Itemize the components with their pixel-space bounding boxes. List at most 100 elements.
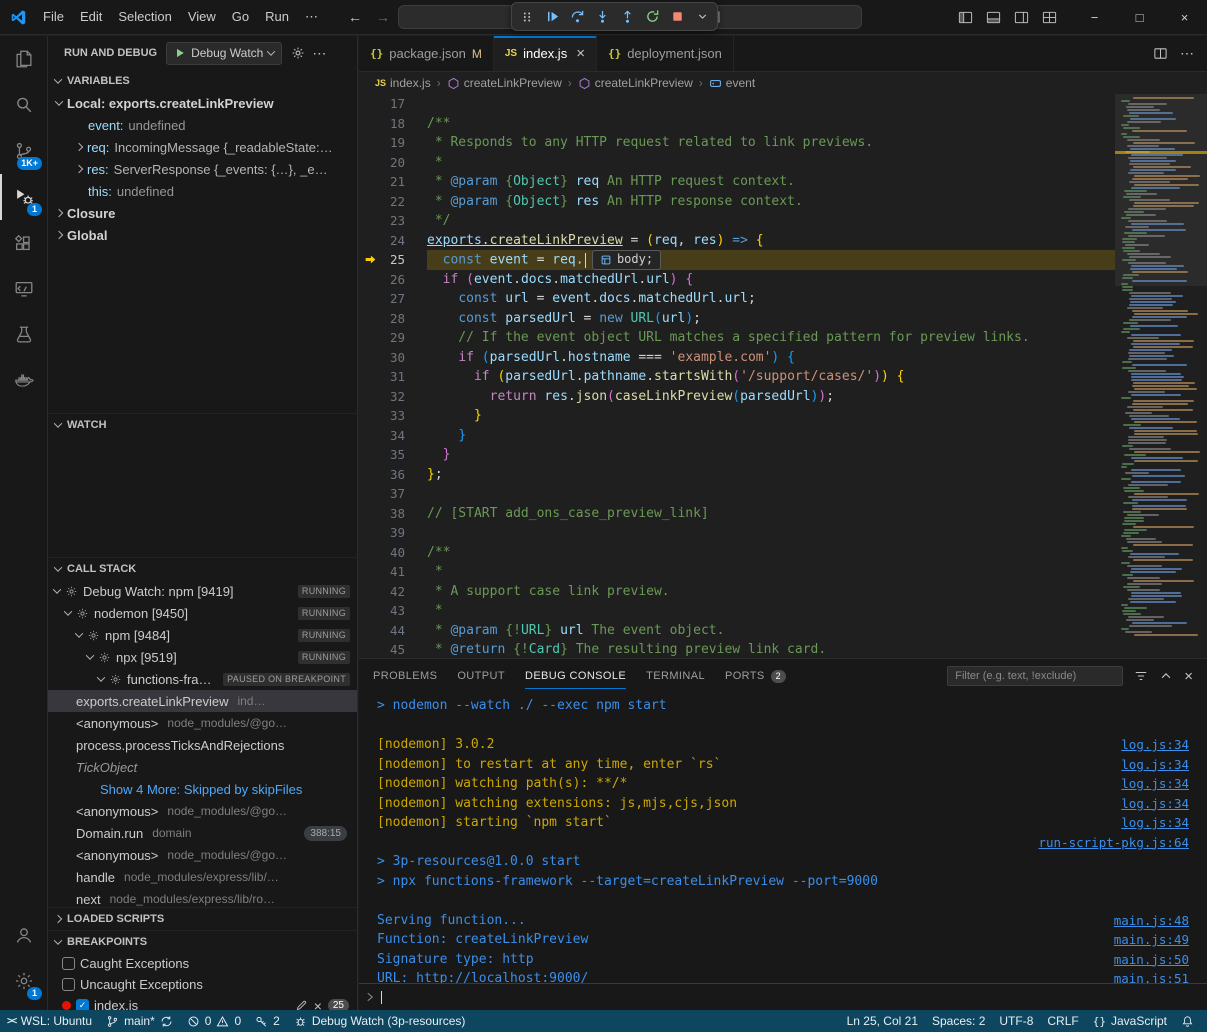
status-language-mode[interactable]: {}JavaScript — [1086, 1010, 1174, 1032]
status-debug-session[interactable]: Debug Watch (3p-resources) — [287, 1010, 473, 1032]
source-link[interactable]: log.js:34 — [1121, 737, 1189, 752]
code-line[interactable]: const url = event.docs.matchedUrl.url; — [427, 289, 1115, 309]
line-number[interactable]: 43 — [359, 601, 427, 621]
start-debugging-icon[interactable] — [174, 47, 186, 59]
line-number[interactable]: 26 — [359, 270, 427, 290]
callstack-section-header[interactable]: CALL STACK — [48, 558, 357, 580]
source-link[interactable]: log.js:34 — [1121, 796, 1189, 811]
code-line[interactable]: * @return {!Card} The resulting preview … — [427, 640, 1115, 658]
toggle-sidebar-icon[interactable] — [958, 10, 973, 25]
code-line[interactable]: }; — [427, 465, 1115, 485]
line-number[interactable]: 17 — [359, 94, 427, 114]
code-line[interactable] — [427, 484, 1115, 504]
line-number[interactable]: 42 — [359, 582, 427, 602]
source-link[interactable]: log.js:34 — [1121, 776, 1189, 791]
breakpoint-row[interactable]: Caught Exceptions — [48, 953, 357, 974]
source-link[interactable]: main.js:51 — [1114, 971, 1189, 983]
callstack-frame[interactable]: Show 4 More: Skipped by skipFiles — [48, 778, 357, 800]
line-number[interactable]: 22 — [359, 192, 427, 212]
minimap-viewport[interactable] — [1115, 94, 1207, 286]
source-link[interactable]: log.js:34 — [1121, 757, 1189, 772]
menu-edit[interactable]: Edit — [72, 5, 110, 29]
line-number[interactable]: 34 — [359, 426, 427, 446]
line-number[interactable]: 41 — [359, 562, 427, 582]
line-number[interactable]: 19 — [359, 133, 427, 153]
code-line[interactable]: * — [427, 601, 1115, 621]
line-number[interactable]: 32 — [359, 387, 427, 407]
panel-tab-ports[interactable]: PORTS2 — [725, 659, 786, 693]
code-line[interactable]: * @param {Object} req An HTTP request co… — [427, 172, 1115, 192]
restart-button[interactable] — [640, 5, 664, 28]
breadcrumb-item[interactable]: event — [709, 76, 755, 90]
maximize-panel-icon[interactable] — [1159, 669, 1173, 683]
line-number[interactable]: 36 — [359, 465, 427, 485]
breadcrumb-item[interactable]: createLinkPreview — [578, 76, 693, 90]
code-line[interactable]: if (parsedUrl.pathname.startsWith('/supp… — [427, 367, 1115, 387]
callstack-frame[interactable]: <anonymous>node_modules/@go… — [48, 800, 357, 822]
close-tab-icon[interactable]: × — [576, 45, 585, 62]
variable-row[interactable]: Global — [48, 224, 357, 246]
code-line[interactable]: const event = req.body; — [427, 250, 1115, 270]
back-arrow-icon[interactable]: ← — [348, 9, 362, 25]
breakpoint-checkbox[interactable]: ✓ — [76, 999, 89, 1010]
code-line[interactable]: exports.createLinkPreview = (req, res) =… — [427, 231, 1115, 251]
line-number[interactable]: 44 — [359, 621, 427, 641]
code-line[interactable]: } — [427, 445, 1115, 465]
console-filter-input[interactable] — [947, 666, 1123, 686]
code-line[interactable]: * @param {!URL} url The event object. — [427, 621, 1115, 641]
variable-row[interactable]: event:undefined — [48, 114, 357, 136]
drag-handle-icon[interactable] — [515, 5, 539, 28]
callstack-session[interactable]: npx [9519]RUNNING — [48, 646, 357, 668]
variables-section-header[interactable]: VARIABLES — [48, 70, 357, 92]
line-number[interactable]: 29 — [359, 328, 427, 348]
code-line[interactable]: // [START add_ons_case_preview_link] — [427, 504, 1115, 524]
variable-row[interactable]: Local: exports.createLinkPreview — [48, 92, 357, 114]
code-line[interactable]: * A support case link preview. — [427, 582, 1115, 602]
toggle-secondary-sidebar-icon[interactable] — [1014, 10, 1029, 25]
step-into-button[interactable] — [590, 5, 614, 28]
line-number[interactable]: 18 — [359, 114, 427, 134]
status-eol[interactable]: CRLF — [1040, 1010, 1085, 1032]
filter-icon[interactable] — [1134, 669, 1148, 683]
stop-button[interactable] — [665, 5, 689, 28]
tab-index.js[interactable]: JSindex.js× — [494, 36, 597, 71]
activity-explorer[interactable] — [0, 36, 47, 82]
toggle-panel-icon[interactable] — [986, 10, 1001, 25]
status-remote-host[interactable]: ><WSL: Ubuntu — [0, 1010, 99, 1032]
line-number[interactable]: 24 — [359, 231, 427, 251]
status-encoding[interactable]: UTF-8 — [992, 1010, 1040, 1032]
continue-button[interactable] — [540, 5, 564, 28]
minimap[interactable] — [1115, 94, 1207, 658]
activity-run-and-debug[interactable]: 1 — [0, 174, 47, 220]
source-link[interactable]: log.js:34 — [1121, 815, 1189, 830]
debug-settings-gear-icon[interactable] — [291, 46, 305, 60]
callstack-frame[interactable]: TickObject — [48, 756, 357, 778]
status-indentation[interactable]: Spaces: 2 — [925, 1010, 992, 1032]
panel-tab-output[interactable]: OUTPUT — [457, 659, 505, 693]
activity-remote-explorer[interactable] — [0, 266, 47, 312]
breakpoints-section-header[interactable]: BREAKPOINTS — [48, 931, 357, 953]
code-line[interactable]: /** — [427, 543, 1115, 563]
variable-row[interactable]: res:ServerResponse {_events: {…}, _e… — [48, 158, 357, 180]
activity-accounts[interactable] — [0, 912, 47, 958]
close-button[interactable]: × — [1162, 0, 1207, 35]
line-number[interactable]: 33 — [359, 406, 427, 426]
callstack-frame[interactable]: Domain.rundomain388:15 — [48, 822, 357, 844]
line-number[interactable]: 23 — [359, 211, 427, 231]
code-line[interactable]: * @param {Object} res An HTTP response c… — [427, 192, 1115, 212]
status-git-branch[interactable]: main* — [99, 1010, 180, 1032]
tab-package.json[interactable]: {}package.jsonM — [359, 36, 494, 71]
menu-selection[interactable]: Selection — [110, 5, 179, 29]
code-line[interactable]: /** — [427, 114, 1115, 134]
code-line[interactable]: return res.json(caseLinkPreview(parsedUr… — [427, 387, 1115, 407]
menu-file[interactable]: File — [35, 5, 72, 29]
callstack-session[interactable]: npm [9484]RUNNING — [48, 624, 357, 646]
breakpoint-checkbox[interactable] — [62, 978, 75, 991]
status-keys[interactable]: 2 — [248, 1010, 287, 1032]
breadcrumb-item[interactable]: JSindex.js — [375, 76, 431, 90]
breakpoint-row[interactable]: ✓index.js×25 — [48, 995, 357, 1010]
line-number[interactable]: 20 — [359, 153, 427, 173]
menu-go[interactable]: Go — [224, 5, 257, 29]
activity-source-control[interactable]: 1K+ — [0, 128, 47, 174]
variable-row[interactable]: req:IncomingMessage {_readableState:… — [48, 136, 357, 158]
